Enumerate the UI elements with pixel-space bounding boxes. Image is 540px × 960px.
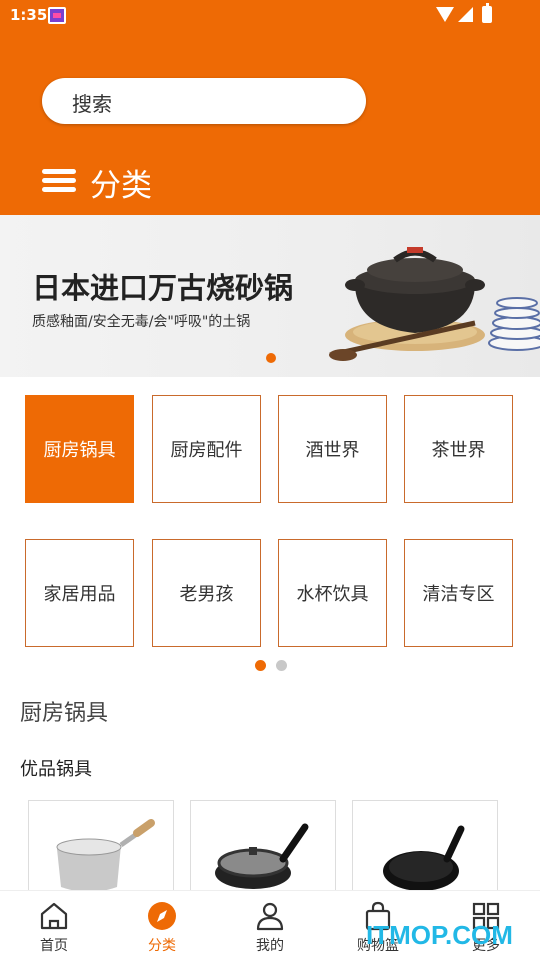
frying-pan-icon (383, 825, 465, 891)
pager-dot[interactable] (276, 660, 287, 671)
tab-category-label: 分类 (148, 938, 176, 954)
category-tile-tea-world[interactable]: 茶世界 (404, 395, 513, 503)
tab-home[interactable]: 首页 (0, 891, 108, 960)
wifi-icon (436, 7, 454, 22)
status-bar: 1:35 (0, 0, 540, 32)
pager-dot-active[interactable] (255, 660, 266, 671)
product-card[interactable] (190, 800, 336, 900)
category-tile-home-goods[interactable]: 家居用品 (25, 539, 134, 647)
status-icons (436, 3, 506, 24)
status-time: 1:35 (10, 6, 48, 24)
category-tile-kitchen-cookware[interactable]: 厨房锅具 (25, 395, 134, 503)
product-card[interactable] (352, 800, 498, 900)
saucepan-icon (56, 819, 155, 892)
clay-pot-image (329, 247, 540, 361)
category-tile-wine-world[interactable]: 酒世界 (278, 395, 387, 503)
section-subtitle: 优品锅具 (20, 759, 92, 780)
tab-profile[interactable]: 我的 (216, 891, 324, 960)
site-watermark: ITMOP.COM (366, 920, 513, 950)
tab-profile-label: 我的 (256, 938, 284, 954)
signal-icon (458, 7, 473, 22)
tab-home-label: 首页 (40, 938, 68, 954)
category-tile-drinkware[interactable]: 水杯饮具 (278, 539, 387, 647)
lidded-frying-pan-icon (215, 823, 309, 889)
battery-icon (482, 3, 492, 23)
search-input[interactable]: 搜索 (42, 78, 366, 124)
banner-carousel-dot[interactable] (266, 353, 276, 363)
compass-icon (148, 902, 176, 930)
category-pager (255, 660, 295, 672)
notification-icon (48, 7, 66, 24)
user-icon (256, 902, 284, 931)
header-bar: 1:35 搜索 分类 (0, 0, 540, 215)
menu-icon[interactable] (42, 167, 76, 195)
product-card[interactable] (28, 800, 174, 900)
banner-subtitle: 质感釉面/安全无毒/会"呼吸"的土锅 (32, 314, 251, 330)
home-icon (40, 902, 68, 930)
tab-category[interactable]: 分类 (108, 891, 216, 960)
banner-title: 日本进口万古烧砂锅 (32, 271, 294, 305)
category-tile-old-boy[interactable]: 老男孩 (152, 539, 261, 647)
search-placeholder: 搜索 (72, 92, 112, 116)
category-tile-kitchen-accessories[interactable]: 厨房配件 (152, 395, 261, 503)
category-tile-cleaning[interactable]: 清洁专区 (404, 539, 513, 647)
section-title: 厨房锅具 (20, 701, 109, 726)
page-title: 分类 (90, 168, 152, 204)
promo-banner[interactable]: 日本进口万古烧砂锅 质感釉面/安全无毒/会"呼吸"的土锅 (0, 215, 540, 377)
